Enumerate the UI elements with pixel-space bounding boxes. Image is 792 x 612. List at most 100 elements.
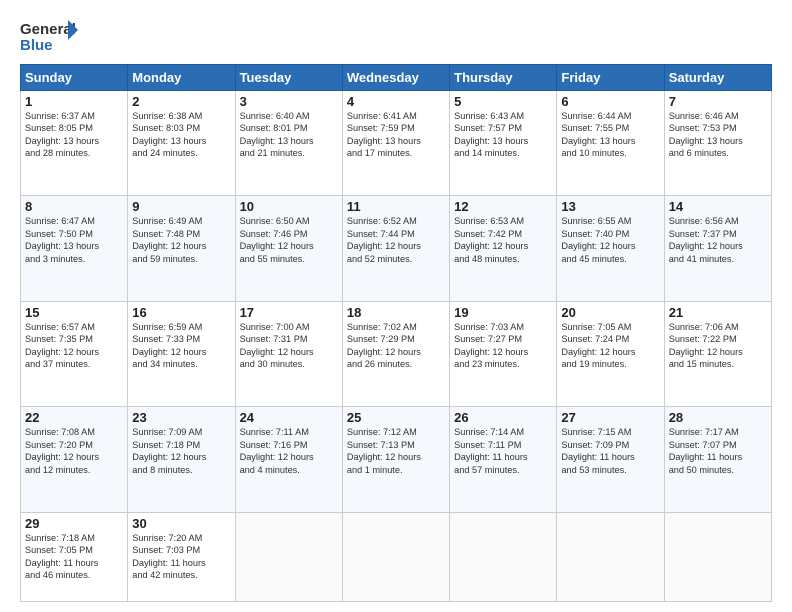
cell-info: Sunrise: 7:17 AM Sunset: 7:07 PM Dayligh… [669, 426, 767, 476]
calendar-cell: 8Sunrise: 6:47 AM Sunset: 7:50 PM Daylig… [21, 196, 128, 301]
day-header-sunday: Sunday [21, 65, 128, 91]
cell-info: Sunrise: 7:05 AM Sunset: 7:24 PM Dayligh… [561, 321, 659, 371]
day-number: 10 [240, 199, 338, 214]
cell-info: Sunrise: 6:49 AM Sunset: 7:48 PM Dayligh… [132, 215, 230, 265]
calendar-cell: 9Sunrise: 6:49 AM Sunset: 7:48 PM Daylig… [128, 196, 235, 301]
day-number: 24 [240, 410, 338, 425]
cell-info: Sunrise: 6:38 AM Sunset: 8:03 PM Dayligh… [132, 110, 230, 160]
calendar-cell: 21Sunrise: 7:06 AM Sunset: 7:22 PM Dayli… [664, 301, 771, 406]
cell-info: Sunrise: 7:09 AM Sunset: 7:18 PM Dayligh… [132, 426, 230, 476]
day-number: 20 [561, 305, 659, 320]
day-number: 17 [240, 305, 338, 320]
day-number: 23 [132, 410, 230, 425]
cell-info: Sunrise: 7:00 AM Sunset: 7:31 PM Dayligh… [240, 321, 338, 371]
day-number: 9 [132, 199, 230, 214]
cell-info: Sunrise: 7:12 AM Sunset: 7:13 PM Dayligh… [347, 426, 445, 476]
cell-info: Sunrise: 6:50 AM Sunset: 7:46 PM Dayligh… [240, 215, 338, 265]
calendar-page: GeneralBlue SundayMondayTuesdayWednesday… [0, 0, 792, 612]
calendar-header-row: SundayMondayTuesdayWednesdayThursdayFrid… [21, 65, 772, 91]
day-number: 21 [669, 305, 767, 320]
day-header-friday: Friday [557, 65, 664, 91]
cell-info: Sunrise: 6:56 AM Sunset: 7:37 PM Dayligh… [669, 215, 767, 265]
calendar-cell: 12Sunrise: 6:53 AM Sunset: 7:42 PM Dayli… [450, 196, 557, 301]
day-number: 12 [454, 199, 552, 214]
calendar-cell: 30Sunrise: 7:20 AM Sunset: 7:03 PM Dayli… [128, 512, 235, 601]
calendar-cell: 27Sunrise: 7:15 AM Sunset: 7:09 PM Dayli… [557, 407, 664, 512]
calendar-cell: 25Sunrise: 7:12 AM Sunset: 7:13 PM Dayli… [342, 407, 449, 512]
cell-info: Sunrise: 6:53 AM Sunset: 7:42 PM Dayligh… [454, 215, 552, 265]
calendar-cell: 1Sunrise: 6:37 AM Sunset: 8:05 PM Daylig… [21, 91, 128, 196]
calendar-cell: 23Sunrise: 7:09 AM Sunset: 7:18 PM Dayli… [128, 407, 235, 512]
day-number: 5 [454, 94, 552, 109]
cell-info: Sunrise: 6:52 AM Sunset: 7:44 PM Dayligh… [347, 215, 445, 265]
svg-text:Blue: Blue [20, 37, 53, 54]
calendar-week-3: 15Sunrise: 6:57 AM Sunset: 7:35 PM Dayli… [21, 301, 772, 406]
day-number: 16 [132, 305, 230, 320]
day-number: 6 [561, 94, 659, 109]
day-number: 29 [25, 516, 123, 531]
calendar-cell: 29Sunrise: 7:18 AM Sunset: 7:05 PM Dayli… [21, 512, 128, 601]
day-number: 13 [561, 199, 659, 214]
day-number: 3 [240, 94, 338, 109]
calendar-week-2: 8Sunrise: 6:47 AM Sunset: 7:50 PM Daylig… [21, 196, 772, 301]
calendar-cell: 2Sunrise: 6:38 AM Sunset: 8:03 PM Daylig… [128, 91, 235, 196]
cell-info: Sunrise: 6:55 AM Sunset: 7:40 PM Dayligh… [561, 215, 659, 265]
calendar-cell: 10Sunrise: 6:50 AM Sunset: 7:46 PM Dayli… [235, 196, 342, 301]
cell-info: Sunrise: 7:08 AM Sunset: 7:20 PM Dayligh… [25, 426, 123, 476]
cell-info: Sunrise: 6:37 AM Sunset: 8:05 PM Dayligh… [25, 110, 123, 160]
logo: GeneralBlue [20, 18, 80, 56]
cell-info: Sunrise: 7:02 AM Sunset: 7:29 PM Dayligh… [347, 321, 445, 371]
calendar-cell: 26Sunrise: 7:14 AM Sunset: 7:11 PM Dayli… [450, 407, 557, 512]
day-number: 26 [454, 410, 552, 425]
cell-info: Sunrise: 7:18 AM Sunset: 7:05 PM Dayligh… [25, 532, 123, 582]
calendar-cell: 15Sunrise: 6:57 AM Sunset: 7:35 PM Dayli… [21, 301, 128, 406]
day-number: 7 [669, 94, 767, 109]
day-number: 28 [669, 410, 767, 425]
calendar-cell: 28Sunrise: 7:17 AM Sunset: 7:07 PM Dayli… [664, 407, 771, 512]
calendar-cell [342, 512, 449, 601]
day-number: 27 [561, 410, 659, 425]
calendar-cell: 19Sunrise: 7:03 AM Sunset: 7:27 PM Dayli… [450, 301, 557, 406]
day-number: 11 [347, 199, 445, 214]
calendar-cell [450, 512, 557, 601]
day-number: 19 [454, 305, 552, 320]
cell-info: Sunrise: 7:11 AM Sunset: 7:16 PM Dayligh… [240, 426, 338, 476]
cell-info: Sunrise: 7:06 AM Sunset: 7:22 PM Dayligh… [669, 321, 767, 371]
header: GeneralBlue [20, 18, 772, 56]
calendar-cell: 6Sunrise: 6:44 AM Sunset: 7:55 PM Daylig… [557, 91, 664, 196]
cell-info: Sunrise: 6:41 AM Sunset: 7:59 PM Dayligh… [347, 110, 445, 160]
day-number: 4 [347, 94, 445, 109]
calendar-cell [557, 512, 664, 601]
cell-info: Sunrise: 7:14 AM Sunset: 7:11 PM Dayligh… [454, 426, 552, 476]
day-header-monday: Monday [128, 65, 235, 91]
day-header-tuesday: Tuesday [235, 65, 342, 91]
day-number: 22 [25, 410, 123, 425]
cell-info: Sunrise: 7:15 AM Sunset: 7:09 PM Dayligh… [561, 426, 659, 476]
cell-info: Sunrise: 7:20 AM Sunset: 7:03 PM Dayligh… [132, 532, 230, 582]
calendar-cell: 17Sunrise: 7:00 AM Sunset: 7:31 PM Dayli… [235, 301, 342, 406]
day-header-saturday: Saturday [664, 65, 771, 91]
logo-svg: GeneralBlue [20, 18, 80, 56]
day-number: 2 [132, 94, 230, 109]
day-header-thursday: Thursday [450, 65, 557, 91]
calendar-week-4: 22Sunrise: 7:08 AM Sunset: 7:20 PM Dayli… [21, 407, 772, 512]
calendar-cell: 24Sunrise: 7:11 AM Sunset: 7:16 PM Dayli… [235, 407, 342, 512]
calendar-cell: 7Sunrise: 6:46 AM Sunset: 7:53 PM Daylig… [664, 91, 771, 196]
calendar-cell: 4Sunrise: 6:41 AM Sunset: 7:59 PM Daylig… [342, 91, 449, 196]
day-number: 1 [25, 94, 123, 109]
cell-info: Sunrise: 6:59 AM Sunset: 7:33 PM Dayligh… [132, 321, 230, 371]
day-number: 25 [347, 410, 445, 425]
calendar-table: SundayMondayTuesdayWednesdayThursdayFrid… [20, 64, 772, 602]
svg-text:General: General [20, 21, 76, 38]
day-header-wednesday: Wednesday [342, 65, 449, 91]
calendar-cell: 16Sunrise: 6:59 AM Sunset: 7:33 PM Dayli… [128, 301, 235, 406]
cell-info: Sunrise: 6:44 AM Sunset: 7:55 PM Dayligh… [561, 110, 659, 160]
cell-info: Sunrise: 6:46 AM Sunset: 7:53 PM Dayligh… [669, 110, 767, 160]
day-number: 8 [25, 199, 123, 214]
day-number: 14 [669, 199, 767, 214]
calendar-cell: 20Sunrise: 7:05 AM Sunset: 7:24 PM Dayli… [557, 301, 664, 406]
calendar-cell: 5Sunrise: 6:43 AM Sunset: 7:57 PM Daylig… [450, 91, 557, 196]
calendar-cell: 22Sunrise: 7:08 AM Sunset: 7:20 PM Dayli… [21, 407, 128, 512]
day-number: 30 [132, 516, 230, 531]
cell-info: Sunrise: 6:47 AM Sunset: 7:50 PM Dayligh… [25, 215, 123, 265]
